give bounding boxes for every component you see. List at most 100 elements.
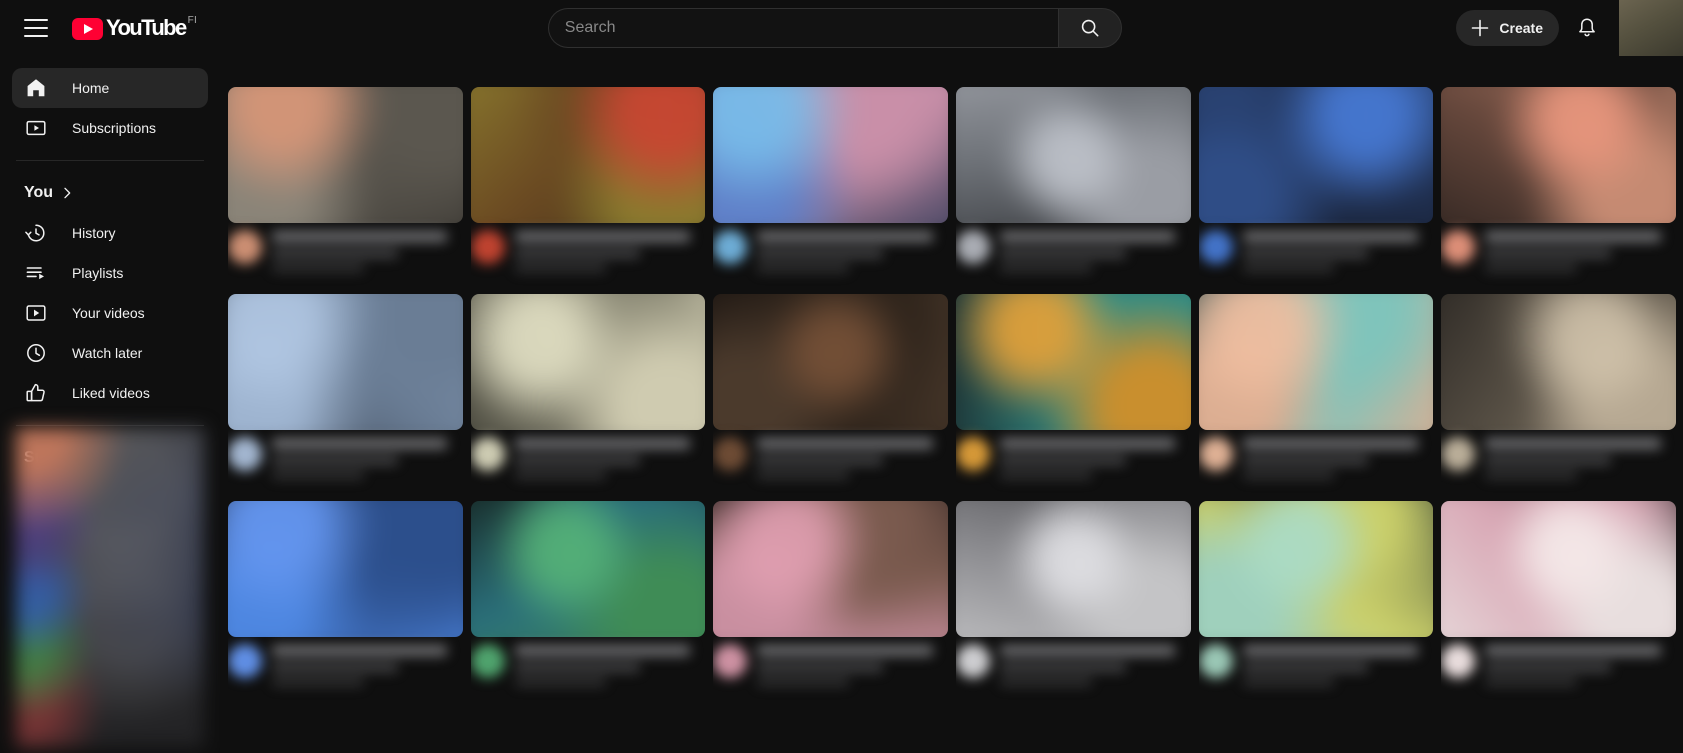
video-card[interactable]: [228, 294, 463, 497]
channel-avatar[interactable]: [1441, 230, 1476, 264]
channel-avatar[interactable]: [956, 644, 990, 678]
sidebar-you-section[interactable]: You: [0, 173, 220, 213]
channel-avatar[interactable]: [228, 437, 262, 471]
video-card[interactable]: [713, 294, 948, 497]
video-stats: [1000, 264, 1092, 272]
video-thumbnail[interactable]: [713, 294, 948, 430]
channel-avatar[interactable]: [470, 644, 505, 678]
video-card[interactable]: [713, 87, 948, 290]
video-thumbnail[interactable]: [1441, 294, 1676, 430]
video-stats: [1485, 678, 1577, 686]
search-submit-button[interactable]: [1057, 8, 1122, 48]
video-text-lines: [1242, 643, 1434, 701]
sidebar-item-home[interactable]: Home: [12, 68, 208, 108]
video-thumbnail-blurred-image: [1441, 501, 1676, 637]
your-videos-icon: [24, 301, 48, 325]
sidebar-item-playlists[interactable]: Playlists: [12, 253, 208, 293]
video-thumbnail-blurred-image: [228, 294, 463, 430]
video-thumbnail[interactable]: [1441, 501, 1676, 637]
create-button-label: Create: [1499, 20, 1543, 36]
video-metadata: [228, 436, 463, 494]
video-title: [1242, 645, 1419, 656]
video-card[interactable]: [228, 87, 463, 290]
video-card[interactable]: [1198, 87, 1434, 290]
video-stats: [272, 264, 364, 272]
hamburger-menu-button[interactable]: [16, 8, 56, 48]
channel-avatar[interactable]: [956, 437, 990, 471]
search-box[interactable]: [547, 8, 1058, 48]
sidebar-item-subscriptions[interactable]: Subscriptions: [12, 108, 208, 148]
video-card[interactable]: [956, 294, 1191, 497]
channel-avatar[interactable]: [956, 230, 990, 264]
sidebar-item-your-videos[interactable]: Your videos: [12, 293, 208, 333]
channel-avatar[interactable]: [713, 644, 748, 678]
history-icon: [24, 221, 48, 245]
video-thumbnail-blurred-image: [713, 294, 948, 430]
video-title: [514, 231, 691, 242]
video-thumbnail[interactable]: [956, 87, 1191, 223]
sidebar-item-history[interactable]: History: [12, 213, 208, 253]
video-card[interactable]: [956, 87, 1191, 290]
channel-avatar[interactable]: [470, 437, 505, 471]
video-card[interactable]: [1441, 501, 1676, 704]
create-button[interactable]: Create: [1456, 10, 1559, 46]
video-thumbnail[interactable]: [713, 501, 948, 637]
video-thumbnail[interactable]: [713, 87, 948, 223]
channel-avatar[interactable]: [1441, 644, 1476, 678]
video-thumbnail[interactable]: [228, 87, 463, 223]
channel-name: [514, 663, 641, 672]
video-stats: [757, 471, 849, 479]
search-input[interactable]: [564, 9, 1058, 47]
channel-avatar[interactable]: [713, 437, 748, 471]
video-metadata: [956, 229, 1191, 287]
sidebar-item-watch-later[interactable]: Watch later: [12, 333, 208, 373]
sidebar-item-liked-videos[interactable]: Liked videos: [12, 373, 208, 413]
video-thumbnail[interactable]: [956, 501, 1191, 637]
channel-name: [514, 249, 641, 258]
video-metadata: [228, 643, 463, 701]
video-card[interactable]: [1441, 294, 1676, 497]
channel-avatar[interactable]: [1198, 230, 1233, 264]
video-card[interactable]: [228, 501, 463, 704]
video-thumbnail[interactable]: [1198, 501, 1434, 637]
sidebar-item-subscriptions-label: Subscriptions: [72, 120, 157, 136]
channel-avatar[interactable]: [228, 644, 262, 678]
video-text-lines: [272, 229, 463, 287]
video-text-lines: [1242, 436, 1434, 494]
channel-avatar[interactable]: [1441, 437, 1476, 471]
channel-avatar[interactable]: [713, 230, 748, 264]
channel-avatar[interactable]: [1198, 644, 1233, 678]
channel-avatar[interactable]: [228, 230, 262, 264]
video-metadata: [1198, 436, 1434, 494]
subscriptions-icon: [24, 116, 48, 140]
video-card[interactable]: [956, 501, 1191, 704]
video-thumbnail[interactable]: [1198, 294, 1434, 430]
video-thumbnail[interactable]: [470, 501, 706, 637]
video-stats: [1485, 471, 1577, 479]
video-thumbnail[interactable]: [956, 294, 1191, 430]
video-text-lines: [1000, 643, 1191, 701]
video-title: [1242, 438, 1419, 449]
video-thumbnail[interactable]: [470, 87, 706, 223]
video-card[interactable]: [470, 501, 706, 704]
video-thumbnail[interactable]: [1441, 87, 1676, 223]
video-text-lines: [514, 229, 706, 287]
channel-avatar[interactable]: [1198, 437, 1233, 471]
video-card[interactable]: [1198, 294, 1434, 497]
video-thumbnail[interactable]: [1198, 87, 1434, 223]
channel-avatar[interactable]: [470, 230, 505, 264]
video-card[interactable]: [713, 501, 948, 704]
clock-icon: [24, 341, 48, 365]
video-thumbnail[interactable]: [228, 294, 463, 430]
youtube-logo-link[interactable]: YouTube FI: [72, 16, 213, 40]
video-thumbnail[interactable]: [228, 501, 463, 637]
notifications-button[interactable]: [1567, 8, 1607, 48]
video-card[interactable]: [1441, 87, 1676, 290]
video-card[interactable]: [1198, 501, 1434, 704]
video-thumbnail[interactable]: [470, 294, 706, 430]
sidebar-subscriptions-list[interactable]: [16, 428, 204, 748]
video-card[interactable]: [470, 294, 706, 497]
account-avatar[interactable]: [1619, 0, 1683, 56]
video-thumbnail-blurred-image: [1441, 294, 1676, 430]
video-card[interactable]: [470, 87, 706, 290]
